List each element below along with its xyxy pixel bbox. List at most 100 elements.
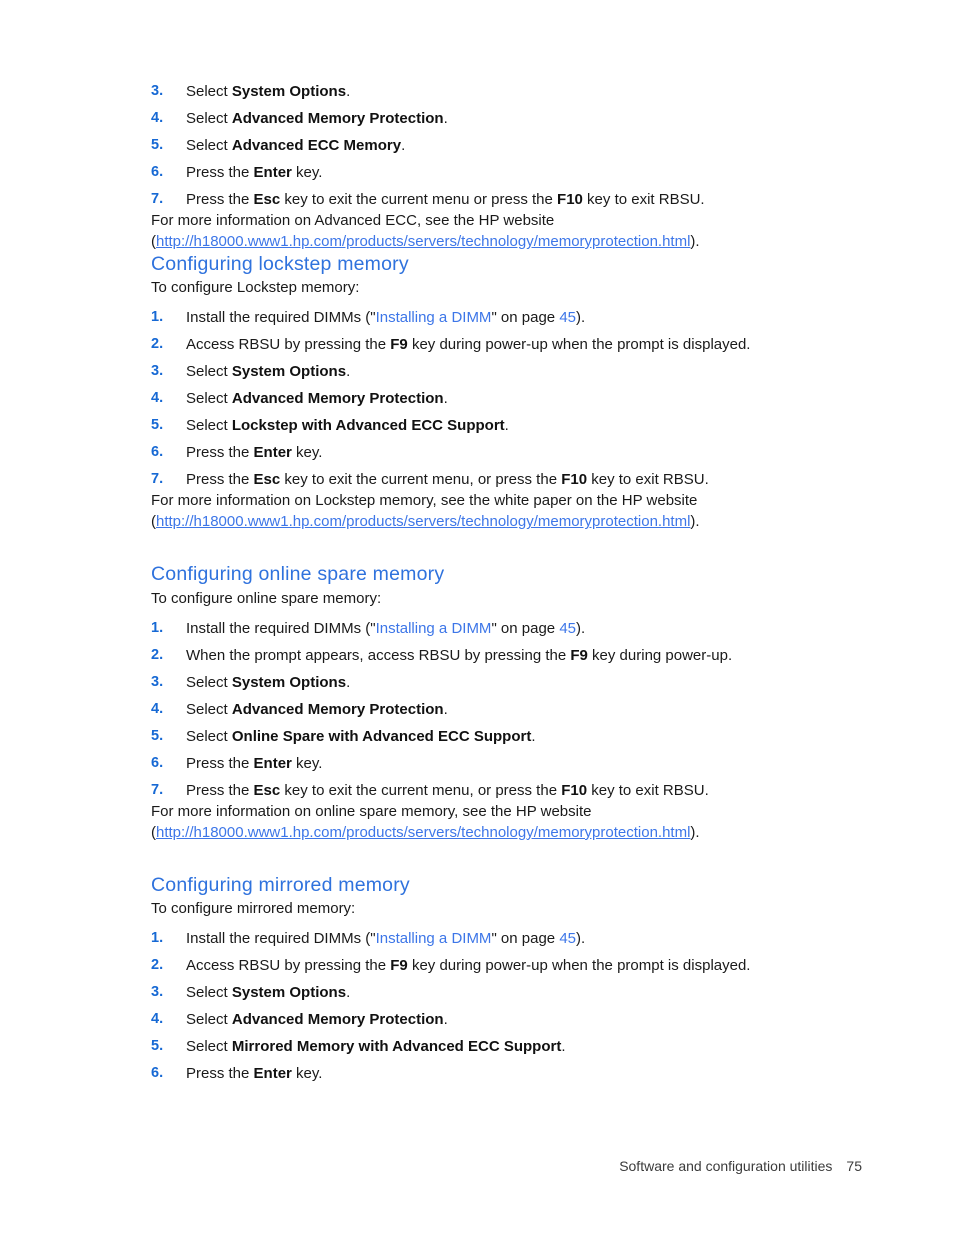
step-body: Select Advanced Memory Protection.: [186, 110, 448, 127]
step-body: Press the Esc key to exit the current me…: [186, 191, 705, 208]
step-item: 4. Select Advanced Memory Protection.: [151, 699, 796, 720]
external-url-link[interactable]: http://h18000.www1.hp.com/products/serve…: [156, 233, 690, 250]
section-heading-lockstep: Configuring lockstep memory: [151, 253, 409, 275]
step-text: .: [346, 673, 351, 691]
step-number: 6.: [151, 754, 164, 771]
step-body: Select System Options.: [186, 674, 350, 691]
step-text: .: [346, 363, 351, 381]
step-number: 6.: [151, 444, 164, 461]
step-text: .: [401, 137, 406, 154]
step-body: Select Advanced Memory Protection.: [186, 1011, 448, 1028]
emphasis-text: System Options: [231, 363, 347, 381]
step-text: key.: [291, 1065, 323, 1083]
step-text: " on page: [491, 619, 560, 637]
step-number: 3.: [151, 673, 164, 690]
step-text: Select: [186, 83, 232, 100]
step-text: ).: [576, 619, 586, 637]
step-text: key to exit the current menu, or press t…: [280, 471, 562, 489]
step-body: Select Lockstep with Advanced ECC Suppor…: [186, 417, 509, 434]
step-text: key.: [291, 444, 323, 462]
emphasis-text: Enter: [253, 754, 292, 772]
page-footer: Software and configuration utilities 75: [0, 1158, 954, 1174]
step-body: Press the Esc key to exit the current me…: [186, 471, 709, 488]
cross-reference-link[interactable]: 45: [559, 309, 576, 326]
step-item: 1. Install the required DIMMs ("Installin…: [151, 307, 796, 328]
step-item: 7. Press the Esc key to exit the current …: [151, 469, 796, 490]
step-text: key to exit RBSU.: [587, 471, 709, 489]
step-text: Press the: [186, 444, 254, 462]
external-url-link[interactable]: http://h18000.www1.hp.com/products/serve…: [156, 513, 690, 530]
step-number: 7.: [151, 781, 164, 798]
note-lockstep: For more information on Lockstep memory,…: [151, 490, 796, 532]
steps-list-lockstep: 1. Install the required DIMMs ("Installin…: [151, 307, 796, 490]
step-text: key during power-up when the prompt is d…: [407, 957, 751, 975]
step-number: 6.: [151, 164, 164, 180]
cross-reference-link[interactable]: Installing a DIMM: [376, 620, 492, 637]
step-item: 7. Press the Esc key to exit the current …: [151, 189, 796, 210]
step-item: 3. Select System Options.: [151, 672, 796, 693]
emphasis-text: Enter: [253, 444, 292, 462]
step-body: Select Mirrored Memory with Advanced ECC…: [186, 1038, 566, 1055]
steps-list-mirrored: 1. Install the required DIMMs ("Installin…: [151, 928, 796, 1084]
footer-page-number: 75: [846, 1158, 862, 1174]
step-text: Access RBSU by pressing the: [186, 336, 391, 354]
step-item: 5. Select Advanced ECC Memory.: [151, 135, 796, 156]
step-number: 1.: [151, 930, 164, 947]
step-item: 3. Select System Options.: [151, 81, 796, 102]
emphasis-text: System Options: [231, 984, 347, 1002]
step-number: 4.: [151, 390, 164, 407]
step-body: Press the Enter key.: [186, 1065, 322, 1082]
emphasis-text: F9: [390, 336, 408, 354]
steps-list-online-spare: 1. Install the required DIMMs ("Installin…: [151, 618, 796, 801]
emphasis-text: F9: [390, 957, 408, 975]
section-lockstep: Configuring lockstep memory To configure …: [151, 252, 796, 532]
step-body: Install the required DIMMs ("Installing …: [186, 930, 585, 947]
step-body: Access RBSU by pressing the F9 key durin…: [186, 336, 750, 353]
step-body: Select Advanced Memory Protection.: [186, 701, 448, 718]
section-heading-mirrored: Configuring mirrored memory: [151, 873, 410, 896]
cross-reference-link[interactable]: 45: [559, 930, 576, 947]
step-text: .: [443, 1011, 448, 1029]
cross-reference-link[interactable]: Installing a DIMM: [376, 309, 492, 326]
step-item: 2. Access RBSU by pressing the F9 key dur…: [151, 955, 796, 976]
step-text: key to exit RBSU.: [582, 191, 705, 208]
step-body: Press the Enter key.: [186, 444, 322, 461]
step-text: Select: [186, 110, 232, 127]
note-advanced-ecc: For more information on Advanced ECC, se…: [151, 210, 796, 252]
emphasis-text: Advanced Memory Protection: [231, 110, 444, 127]
emphasis-text: Lockstep with Advanced ECC Support: [231, 417, 505, 435]
step-number: 2.: [151, 646, 164, 663]
step-body: When the prompt appears, access RBSU by …: [186, 647, 732, 664]
cross-reference-link[interactable]: 45: [559, 620, 576, 637]
step-text: key to exit the current menu, or press t…: [280, 781, 562, 799]
step-text: Select: [186, 727, 232, 745]
step-text: Select: [186, 673, 232, 691]
step-text: .: [443, 110, 448, 127]
footer-chapter-title: Software and configuration utilities: [619, 1158, 833, 1174]
step-number: 5.: [151, 727, 164, 744]
step-number: 4.: [151, 110, 164, 126]
note-line: For more information on Lockstep memory,…: [151, 492, 698, 510]
step-text: Select: [186, 1038, 232, 1056]
step-text: .: [346, 83, 351, 100]
cross-reference-link[interactable]: Installing a DIMM: [376, 930, 492, 947]
emphasis-text: Advanced Memory Protection: [231, 700, 444, 718]
step-text: Press the: [186, 1065, 254, 1083]
note-line: For more information on Advanced ECC, se…: [151, 212, 555, 229]
step-number: 1.: [151, 309, 164, 326]
step-text: Press the: [186, 191, 254, 208]
step-item: 4. Select Advanced Memory Protection.: [151, 388, 796, 409]
step-text: key to exit RBSU.: [587, 781, 709, 799]
emphasis-text: System Options: [231, 673, 347, 691]
note-line: For more information on online spare mem…: [151, 802, 592, 820]
step-text: Select: [186, 390, 232, 408]
step-text: Select: [186, 984, 232, 1002]
step-number: 5.: [151, 1038, 164, 1055]
step-number: 3.: [151, 363, 164, 380]
emphasis-text: Esc: [253, 191, 281, 208]
step-text: Select: [186, 1011, 232, 1029]
external-url-link[interactable]: http://h18000.www1.hp.com/products/serve…: [156, 824, 690, 841]
step-number: 7.: [151, 191, 164, 207]
step-text: " on page: [491, 309, 560, 327]
step-number: 2.: [151, 336, 164, 353]
